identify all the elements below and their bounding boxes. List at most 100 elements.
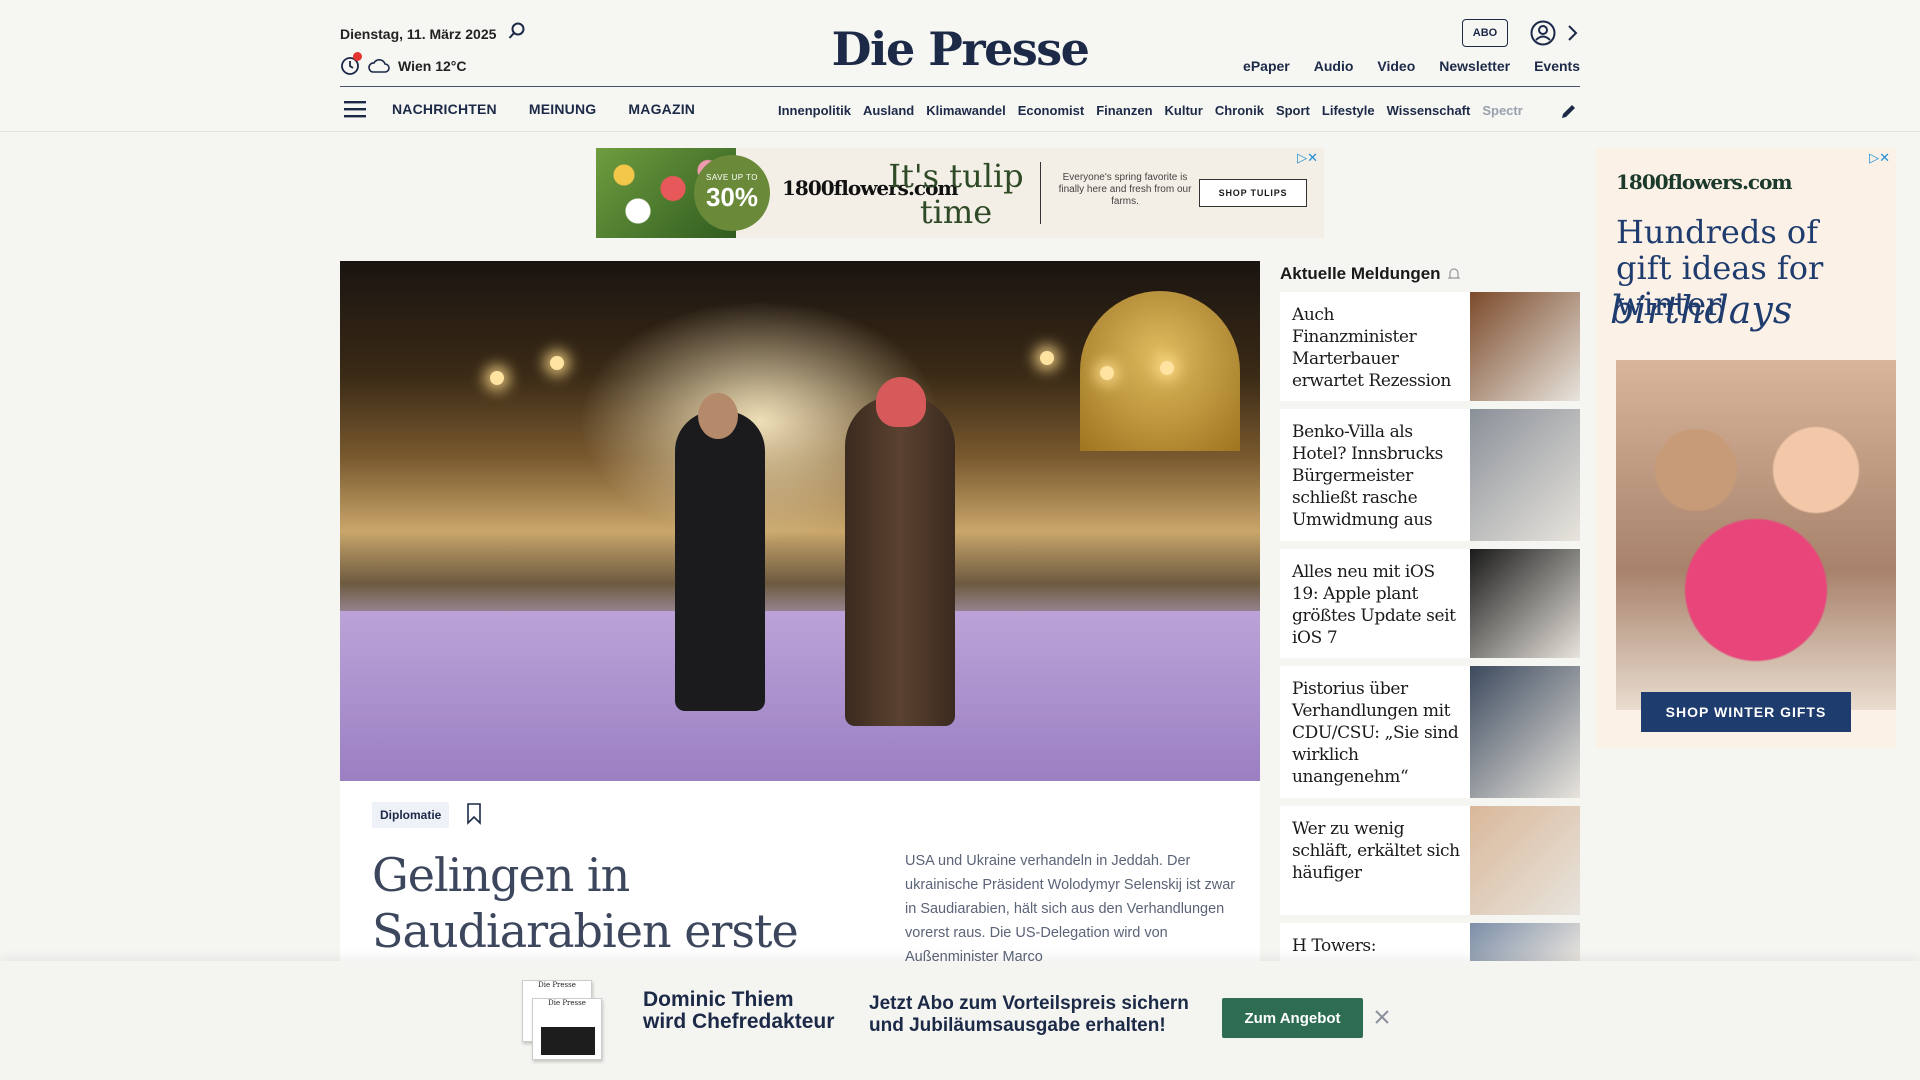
news-item-title: Auch Finanzminister Marterbauer erwartet…	[1292, 305, 1451, 391]
ad-badge-small-text: SAVE UP TO	[706, 173, 758, 182]
sidebar-title: Aktuelle Meldungen	[1280, 261, 1580, 287]
promo-headline-line1: Dominic Thiem	[643, 988, 794, 1011]
ad-headline-line2: time	[919, 193, 993, 231]
section-spectrum[interactable]: Spectr	[1482, 103, 1522, 118]
ad-sky-brand-logo: 1800flowers.com	[1616, 170, 1793, 194]
promo-offer-line2: und Jubiläumsausgabe erhalten!	[869, 1015, 1166, 1036]
paper-masthead: Die Presse	[538, 981, 576, 989]
article-title[interactable]: Gelingen in Saudiarabien erste	[372, 847, 822, 959]
hero-person-left-head	[698, 393, 738, 439]
promo-headline: Dominic Thiem wird Chefredakteur	[643, 989, 834, 1033]
news-item[interactable]: Alles neu mit iOS 19: Apple plant größte…	[1280, 549, 1580, 658]
section-finanzen[interactable]: Finanzen	[1096, 103, 1152, 118]
paper-photo	[541, 1027, 595, 1055]
user-icon[interactable]	[1530, 20, 1556, 46]
hero-lamp	[1100, 366, 1114, 380]
utility-link-audio[interactable]: Audio	[1314, 58, 1354, 74]
pencil-icon[interactable]	[1560, 102, 1578, 120]
news-item-title: H Towers:	[1292, 936, 1377, 956]
hero-person-left	[675, 411, 765, 711]
news-item-title: Pistorius über Verhandlungen mit CDU/CSU…	[1292, 679, 1459, 787]
cloud-icon	[368, 59, 390, 73]
ad-divider	[1040, 162, 1041, 224]
news-item-title: Wer zu wenig schläft, erkältet sich häuf…	[1292, 819, 1460, 883]
bookmark-icon[interactable]	[466, 803, 482, 825]
weather-widget: Wien 12°C	[340, 52, 467, 76]
hero-lamp	[550, 356, 564, 370]
sidebar-title-text: Aktuelle Meldungen	[1280, 264, 1441, 283]
ad-copy: Everyone's spring favorite is finally he…	[1058, 172, 1192, 207]
section-sport[interactable]: Sport	[1276, 103, 1310, 118]
hero-person-right	[845, 396, 955, 726]
news-item[interactable]: Wer zu wenig schläft, erkältet sich häuf…	[1280, 806, 1580, 915]
paper-masthead: Die Presse	[548, 999, 586, 1007]
newspaper-stack-image: Die Presse Die Presse	[522, 980, 604, 1064]
section-chronik[interactable]: Chronik	[1215, 103, 1264, 118]
news-item-thumbnail	[1470, 806, 1580, 915]
nav-magazin[interactable]: MAGAZIN	[628, 101, 695, 117]
ad-choices-icon[interactable]: ▷✕	[1297, 150, 1318, 166]
abo-button[interactable]: ABO	[1462, 19, 1508, 47]
section-economist[interactable]: Economist	[1018, 103, 1084, 118]
news-item[interactable]: Auch Finanzminister Marterbauer erwartet…	[1280, 292, 1580, 401]
news-item-thumbnail	[1470, 923, 1580, 961]
news-item-title: Alles neu mit iOS 19: Apple plant größte…	[1292, 562, 1456, 648]
main-nav: NACHRICHTEN MEINUNG MAGAZIN	[392, 101, 695, 117]
history-icon[interactable]	[340, 52, 362, 76]
hero-lamp	[1040, 351, 1054, 365]
ad-skyscraper-gifts[interactable]: 1800flowers.com Hundreds of gift ideas f…	[1596, 148, 1896, 748]
ad-banner-tulips[interactable]: SAVE UP TO 30% 1800flowers.com It's tuli…	[596, 148, 1324, 238]
section-ausland[interactable]: Ausland	[863, 103, 914, 118]
section-nav: Innenpolitik Ausland Klimawandel Economi…	[778, 103, 1548, 118]
ad-sky-script-text: birthdays	[1610, 288, 1793, 332]
news-item-thumbnail	[1470, 666, 1580, 798]
zum-angebot-button[interactable]: Zum Angebot	[1222, 998, 1363, 1038]
news-item[interactable]: Benko-Villa als Hotel? Innsbrucks Bürger…	[1280, 409, 1580, 541]
news-item-title: Benko-Villa als Hotel? Innsbrucks Bürger…	[1292, 422, 1443, 530]
article-teaser: USA und Ukraine verhandeln in Jeddah. De…	[905, 853, 1236, 965]
news-item[interactable]: H Towers:	[1280, 923, 1580, 961]
nav-nachrichten[interactable]: NACHRICHTEN	[392, 101, 497, 117]
utility-link-epaper[interactable]: ePaper	[1243, 58, 1290, 74]
site-header: Dienstag, 11. März 2025 Wien 12°C Die Pr…	[0, 0, 1920, 132]
nav-divider	[340, 86, 1580, 87]
nav-meinung[interactable]: MEINUNG	[529, 101, 597, 117]
news-item-thumbnail	[1470, 409, 1580, 541]
ad-discount-badge: SAVE UP TO 30%	[694, 155, 770, 231]
newspaper-front: Die Presse	[532, 998, 602, 1060]
site-logo[interactable]: Die Presse	[832, 22, 1090, 76]
utility-link-events[interactable]: Events	[1534, 58, 1580, 74]
ad-sky-shop-button[interactable]: SHOP WINTER GIFTS	[1641, 692, 1851, 732]
hamburger-menu-icon[interactable]	[344, 100, 366, 118]
news-item-thumbnail	[1470, 292, 1580, 401]
ad-headline-line1: It's tulip	[888, 157, 1024, 195]
hero-person-right-head	[876, 377, 926, 427]
utility-link-video[interactable]: Video	[1377, 58, 1415, 74]
utility-nav: ePaper Audio Video Newsletter Events	[1243, 58, 1580, 74]
ad-choices-icon[interactable]: ▷✕	[1869, 150, 1890, 166]
section-wissenschaft[interactable]: Wissenschaft	[1387, 103, 1471, 118]
news-sidebar: Aktuelle Meldungen Auch Finanzminister M…	[1280, 261, 1580, 961]
hero-photo-carpet	[340, 611, 1260, 781]
close-icon[interactable]	[1372, 1007, 1392, 1027]
section-klimawandel[interactable]: Klimawandel	[926, 103, 1005, 118]
bell-icon	[1447, 268, 1461, 279]
section-kultur[interactable]: Kultur	[1165, 103, 1203, 118]
news-item[interactable]: Pistorius über Verhandlungen mit CDU/CSU…	[1280, 666, 1580, 798]
hero-image[interactable]	[340, 261, 1260, 781]
ad-shop-tulips-button[interactable]: SHOP TULIPS	[1199, 179, 1307, 207]
promo-headline-line2: wird Chefredakteur	[643, 1010, 835, 1033]
masthead: Dienstag, 11. März 2025 Wien 12°C Die Pr…	[340, 0, 1580, 132]
hero-lamp	[1160, 361, 1174, 375]
article-tag[interactable]: Diplomatie	[372, 802, 450, 828]
search-icon[interactable]	[508, 22, 526, 40]
promo-offer-line1: Jetzt Abo zum Vorteilspreis sichern	[869, 993, 1189, 1014]
section-innenpolitik[interactable]: Innenpolitik	[778, 103, 851, 118]
chevron-right-icon[interactable]	[1566, 24, 1578, 42]
section-lifestyle[interactable]: Lifestyle	[1322, 103, 1375, 118]
weather-text: Wien 12°C	[398, 58, 467, 74]
notification-dot	[353, 52, 362, 61]
current-date: Dienstag, 11. März 2025	[340, 26, 497, 42]
utility-link-newsletter[interactable]: Newsletter	[1439, 58, 1510, 74]
ad-sky-photo	[1616, 360, 1896, 710]
